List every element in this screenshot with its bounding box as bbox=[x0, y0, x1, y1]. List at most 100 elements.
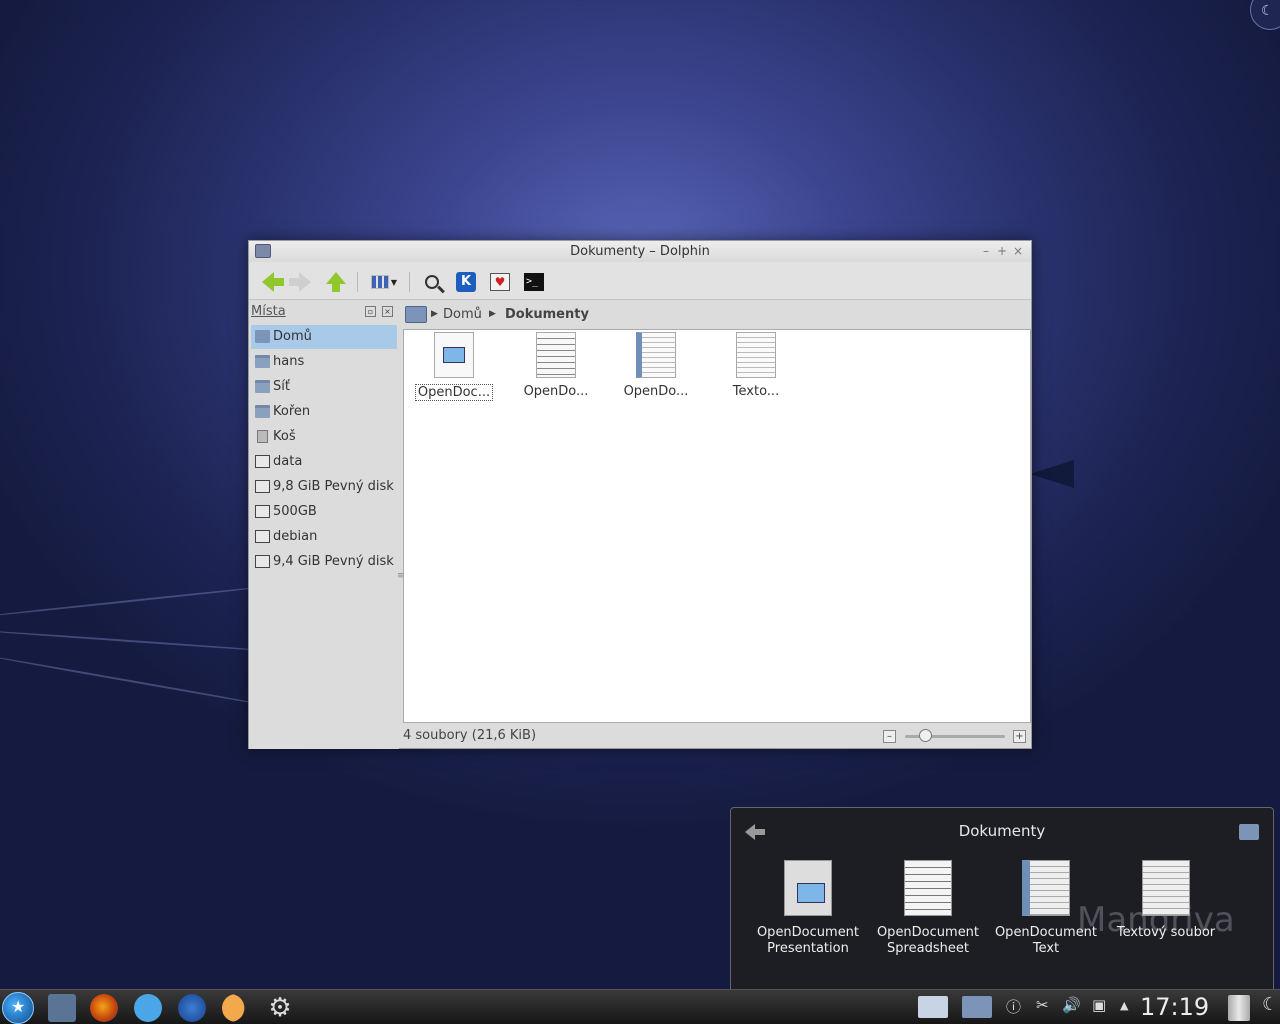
place-item-root[interactable]: Kořen bbox=[251, 400, 397, 424]
presentation-icon bbox=[784, 860, 832, 916]
text-document-icon bbox=[1022, 860, 1070, 916]
spreadsheet-icon bbox=[904, 860, 952, 916]
clock[interactable]: 17:19 bbox=[1140, 993, 1209, 1021]
kde-button[interactable]: K bbox=[453, 269, 479, 295]
chevron-down-icon: ▼ bbox=[390, 277, 398, 287]
crumb-home[interactable]: Domů bbox=[443, 301, 482, 328]
file-item[interactable]: OpenDo... bbox=[516, 332, 596, 399]
place-item-500gb[interactable]: 500GB bbox=[251, 500, 397, 524]
folder-icon bbox=[255, 405, 270, 418]
network-icon[interactable]: ▣ bbox=[1092, 996, 1106, 1020]
text-document-icon bbox=[636, 332, 676, 378]
folder-view-tray-icon[interactable] bbox=[918, 996, 948, 1018]
drive-icon bbox=[255, 480, 270, 493]
panel-toolbox-icon[interactable]: ☾ bbox=[1262, 994, 1278, 1018]
info-icon[interactable]: ⓘ bbox=[1006, 996, 1021, 1020]
drive-icon bbox=[255, 555, 270, 568]
crumb-separator-icon: ▶ bbox=[489, 309, 496, 319]
kde-icon: K bbox=[456, 272, 476, 292]
popup-file-label: Textový soubor bbox=[1116, 925, 1216, 940]
folder-view-popup: Dokumenty Mandriva OpenDocument Presentat… bbox=[730, 807, 1274, 990]
plain-text-icon bbox=[736, 332, 776, 378]
place-label: 500GB bbox=[273, 504, 317, 519]
minimize-button[interactable]: – bbox=[979, 241, 993, 262]
preview-icon: ♥ bbox=[490, 273, 510, 291]
status-text: 4 soubory (21,6 KiB) bbox=[403, 728, 537, 743]
place-item-debian[interactable]: debian bbox=[251, 525, 397, 549]
terminal-button[interactable]: >_ bbox=[521, 269, 547, 295]
popup-file-label: Spreadsheet bbox=[887, 941, 969, 956]
places-header: Místa ▫ × bbox=[249, 301, 399, 323]
place-item-trash[interactable]: Koš bbox=[251, 425, 397, 449]
zoom-in-button[interactable]: + bbox=[1013, 730, 1026, 743]
open-folder-icon[interactable] bbox=[1239, 824, 1259, 840]
up-button[interactable] bbox=[323, 269, 349, 295]
network-folder-icon bbox=[255, 380, 270, 393]
folder-icon bbox=[255, 355, 270, 368]
settings-gear-icon[interactable]: ⚙ bbox=[266, 994, 294, 1022]
wallpaper-wave bbox=[0, 629, 280, 653]
place-item-disk-9-4[interactable]: 9,4 GiB Pevný disk bbox=[251, 550, 397, 574]
search-icon bbox=[425, 275, 439, 289]
arrow-left-icon bbox=[262, 272, 284, 292]
moon-app-icon[interactable] bbox=[222, 994, 245, 1022]
close-button[interactable]: × bbox=[1011, 241, 1025, 262]
chat-icon[interactable] bbox=[134, 994, 162, 1022]
crumb-separator-icon: ▶ bbox=[431, 309, 438, 319]
place-item-data[interactable]: data bbox=[251, 450, 397, 474]
trash-taskbar-icon[interactable] bbox=[1228, 995, 1250, 1021]
taskbar: ⚙ ⓘ ✂ 🔊 ▣ ▲ 17:19 ☾ bbox=[0, 989, 1280, 1024]
file-view[interactable]: OpenDoc... OpenDo... OpenDo... Texto... bbox=[403, 329, 1031, 723]
dolphin-taskbar-icon[interactable] bbox=[48, 994, 76, 1022]
zoom-out-button[interactable]: – bbox=[883, 730, 896, 743]
popup-file-label: OpenDocument bbox=[876, 925, 980, 940]
maximize-button[interactable]: + bbox=[995, 241, 1009, 262]
window-titlebar[interactable]: Dokumenty – Dolphin – + × bbox=[249, 241, 1031, 262]
home-icon[interactable] bbox=[405, 306, 427, 323]
place-item-network[interactable]: Síť bbox=[251, 375, 397, 399]
toolbar: ▼ K ♥ >_ bbox=[249, 262, 1031, 300]
breadcrumb: ▶ Domů ▶ Dokumenty bbox=[401, 301, 1031, 328]
place-label: 9,8 GiB Pevný disk bbox=[273, 479, 394, 494]
window-menu-icon[interactable] bbox=[255, 244, 271, 258]
place-item-disk-9-8[interactable]: 9,8 GiB Pevný disk bbox=[251, 475, 397, 499]
arrow-up-icon bbox=[326, 272, 346, 292]
popup-file-item[interactable]: OpenDocument Presentation bbox=[753, 860, 863, 957]
firefox-icon[interactable] bbox=[90, 994, 118, 1022]
search-button[interactable] bbox=[419, 269, 445, 295]
zoom-slider-handle[interactable] bbox=[919, 729, 932, 742]
popup-file-label: Text bbox=[1032, 941, 1060, 956]
undock-button[interactable]: ▫ bbox=[365, 306, 376, 317]
preview-button[interactable]: ♥ bbox=[487, 269, 513, 295]
view-mode-button[interactable]: ▼ bbox=[367, 269, 401, 295]
place-item-hans[interactable]: hans bbox=[251, 350, 397, 374]
application-launcher-icon[interactable] bbox=[2, 992, 34, 1024]
forward-button[interactable] bbox=[287, 269, 313, 295]
home-folder-icon bbox=[255, 330, 270, 343]
popup-file-item[interactable]: Textový soubor bbox=[1111, 860, 1221, 941]
desktop-toolbox-button[interactable]: ☾ bbox=[1250, 0, 1280, 30]
place-item-home[interactable]: Domů bbox=[251, 325, 397, 349]
file-item[interactable]: Texto... bbox=[716, 332, 796, 399]
spreadsheet-icon bbox=[536, 332, 576, 378]
popup-file-item[interactable]: OpenDocument Spreadsheet bbox=[873, 860, 983, 957]
arrow-right-icon bbox=[289, 272, 311, 292]
back-button[interactable] bbox=[255, 269, 284, 295]
scissors-icon[interactable]: ✂ bbox=[1036, 996, 1049, 1020]
tray-expand-icon[interactable]: ▲ bbox=[1120, 999, 1128, 1023]
toolbar-separator bbox=[357, 272, 358, 292]
mail-icon[interactable] bbox=[178, 994, 206, 1022]
popup-file-item[interactable]: OpenDocument Text bbox=[991, 860, 1101, 957]
file-item[interactable]: OpenDo... bbox=[616, 332, 696, 399]
crumb-current[interactable]: Dokumenty bbox=[505, 301, 589, 328]
file-name: OpenDoc... bbox=[414, 384, 494, 401]
file-item[interactable]: OpenDoc... bbox=[414, 332, 494, 401]
drive-icon bbox=[255, 455, 270, 468]
place-label: debian bbox=[273, 529, 318, 544]
close-panel-button[interactable]: × bbox=[382, 306, 393, 317]
popup-file-label: Presentation bbox=[767, 941, 849, 956]
place-label: data bbox=[273, 454, 303, 469]
download-folder-tray-icon[interactable] bbox=[962, 996, 992, 1018]
file-name: OpenDo... bbox=[523, 384, 589, 399]
volume-icon[interactable]: 🔊 bbox=[1062, 996, 1081, 1020]
